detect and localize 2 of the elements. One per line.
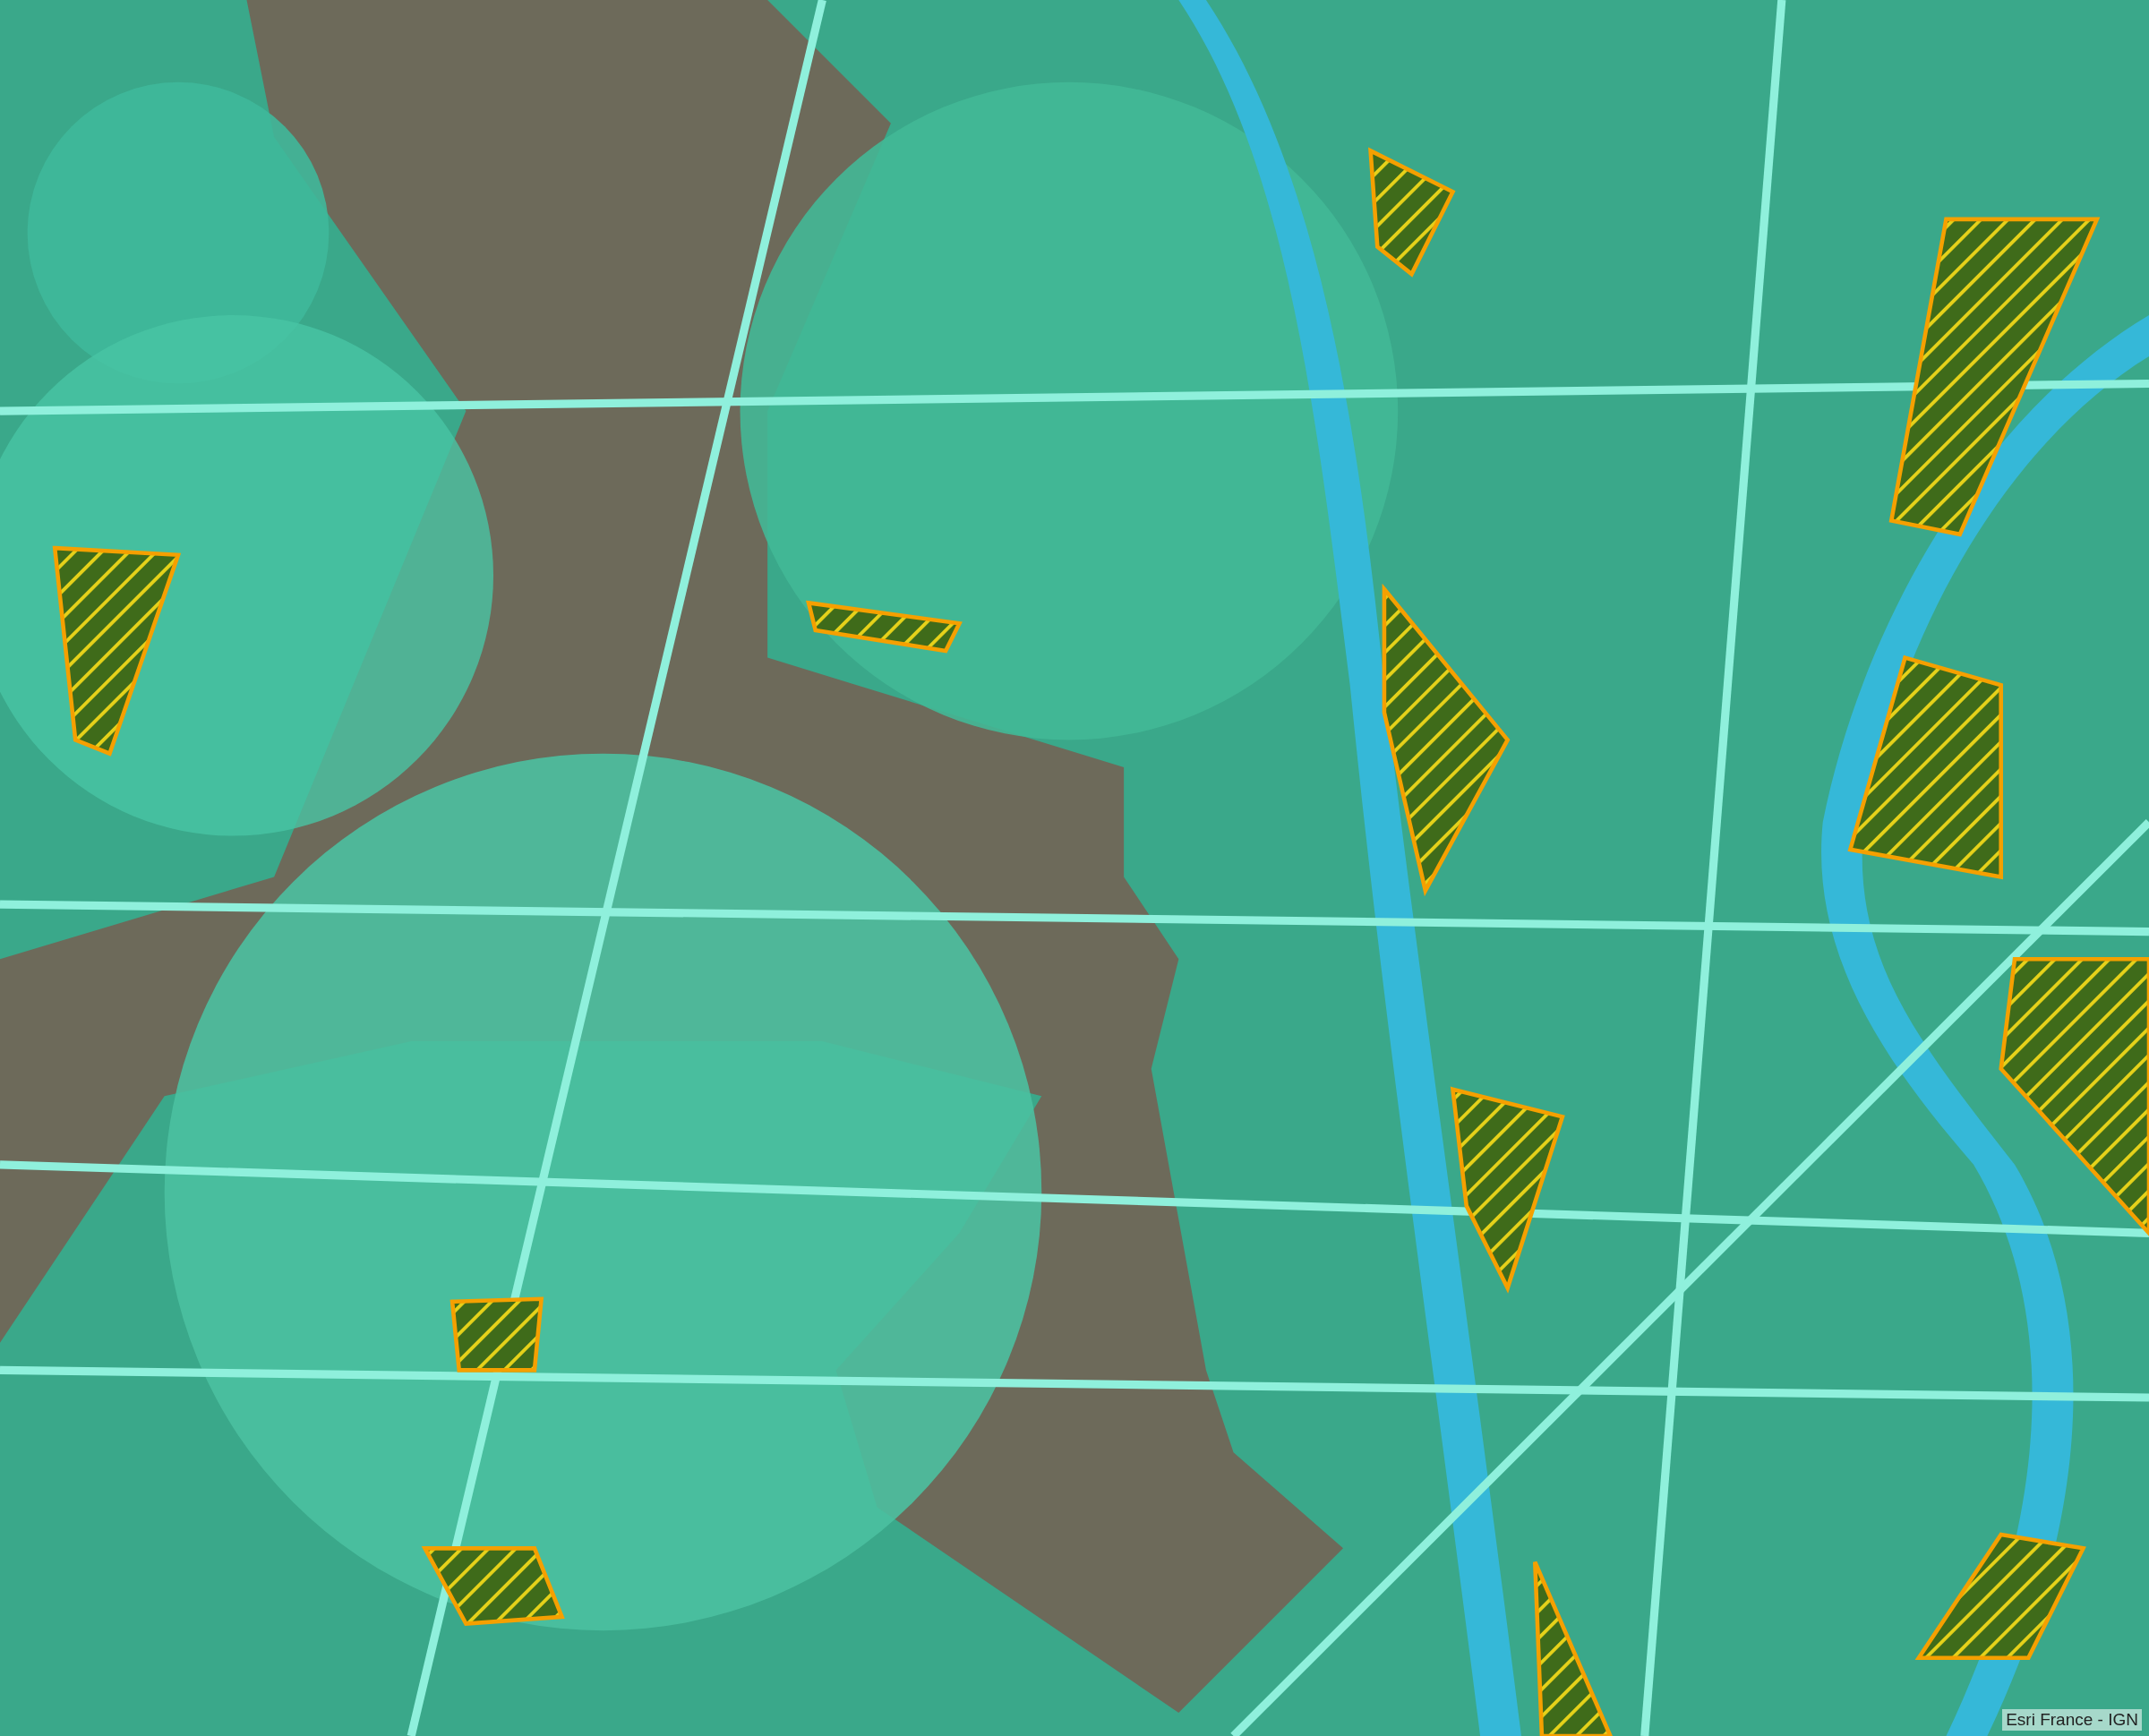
map-view[interactable]: Esri France - IGN: [0, 0, 2149, 1736]
map-attribution: Esri France - IGN: [2002, 1709, 2142, 1731]
